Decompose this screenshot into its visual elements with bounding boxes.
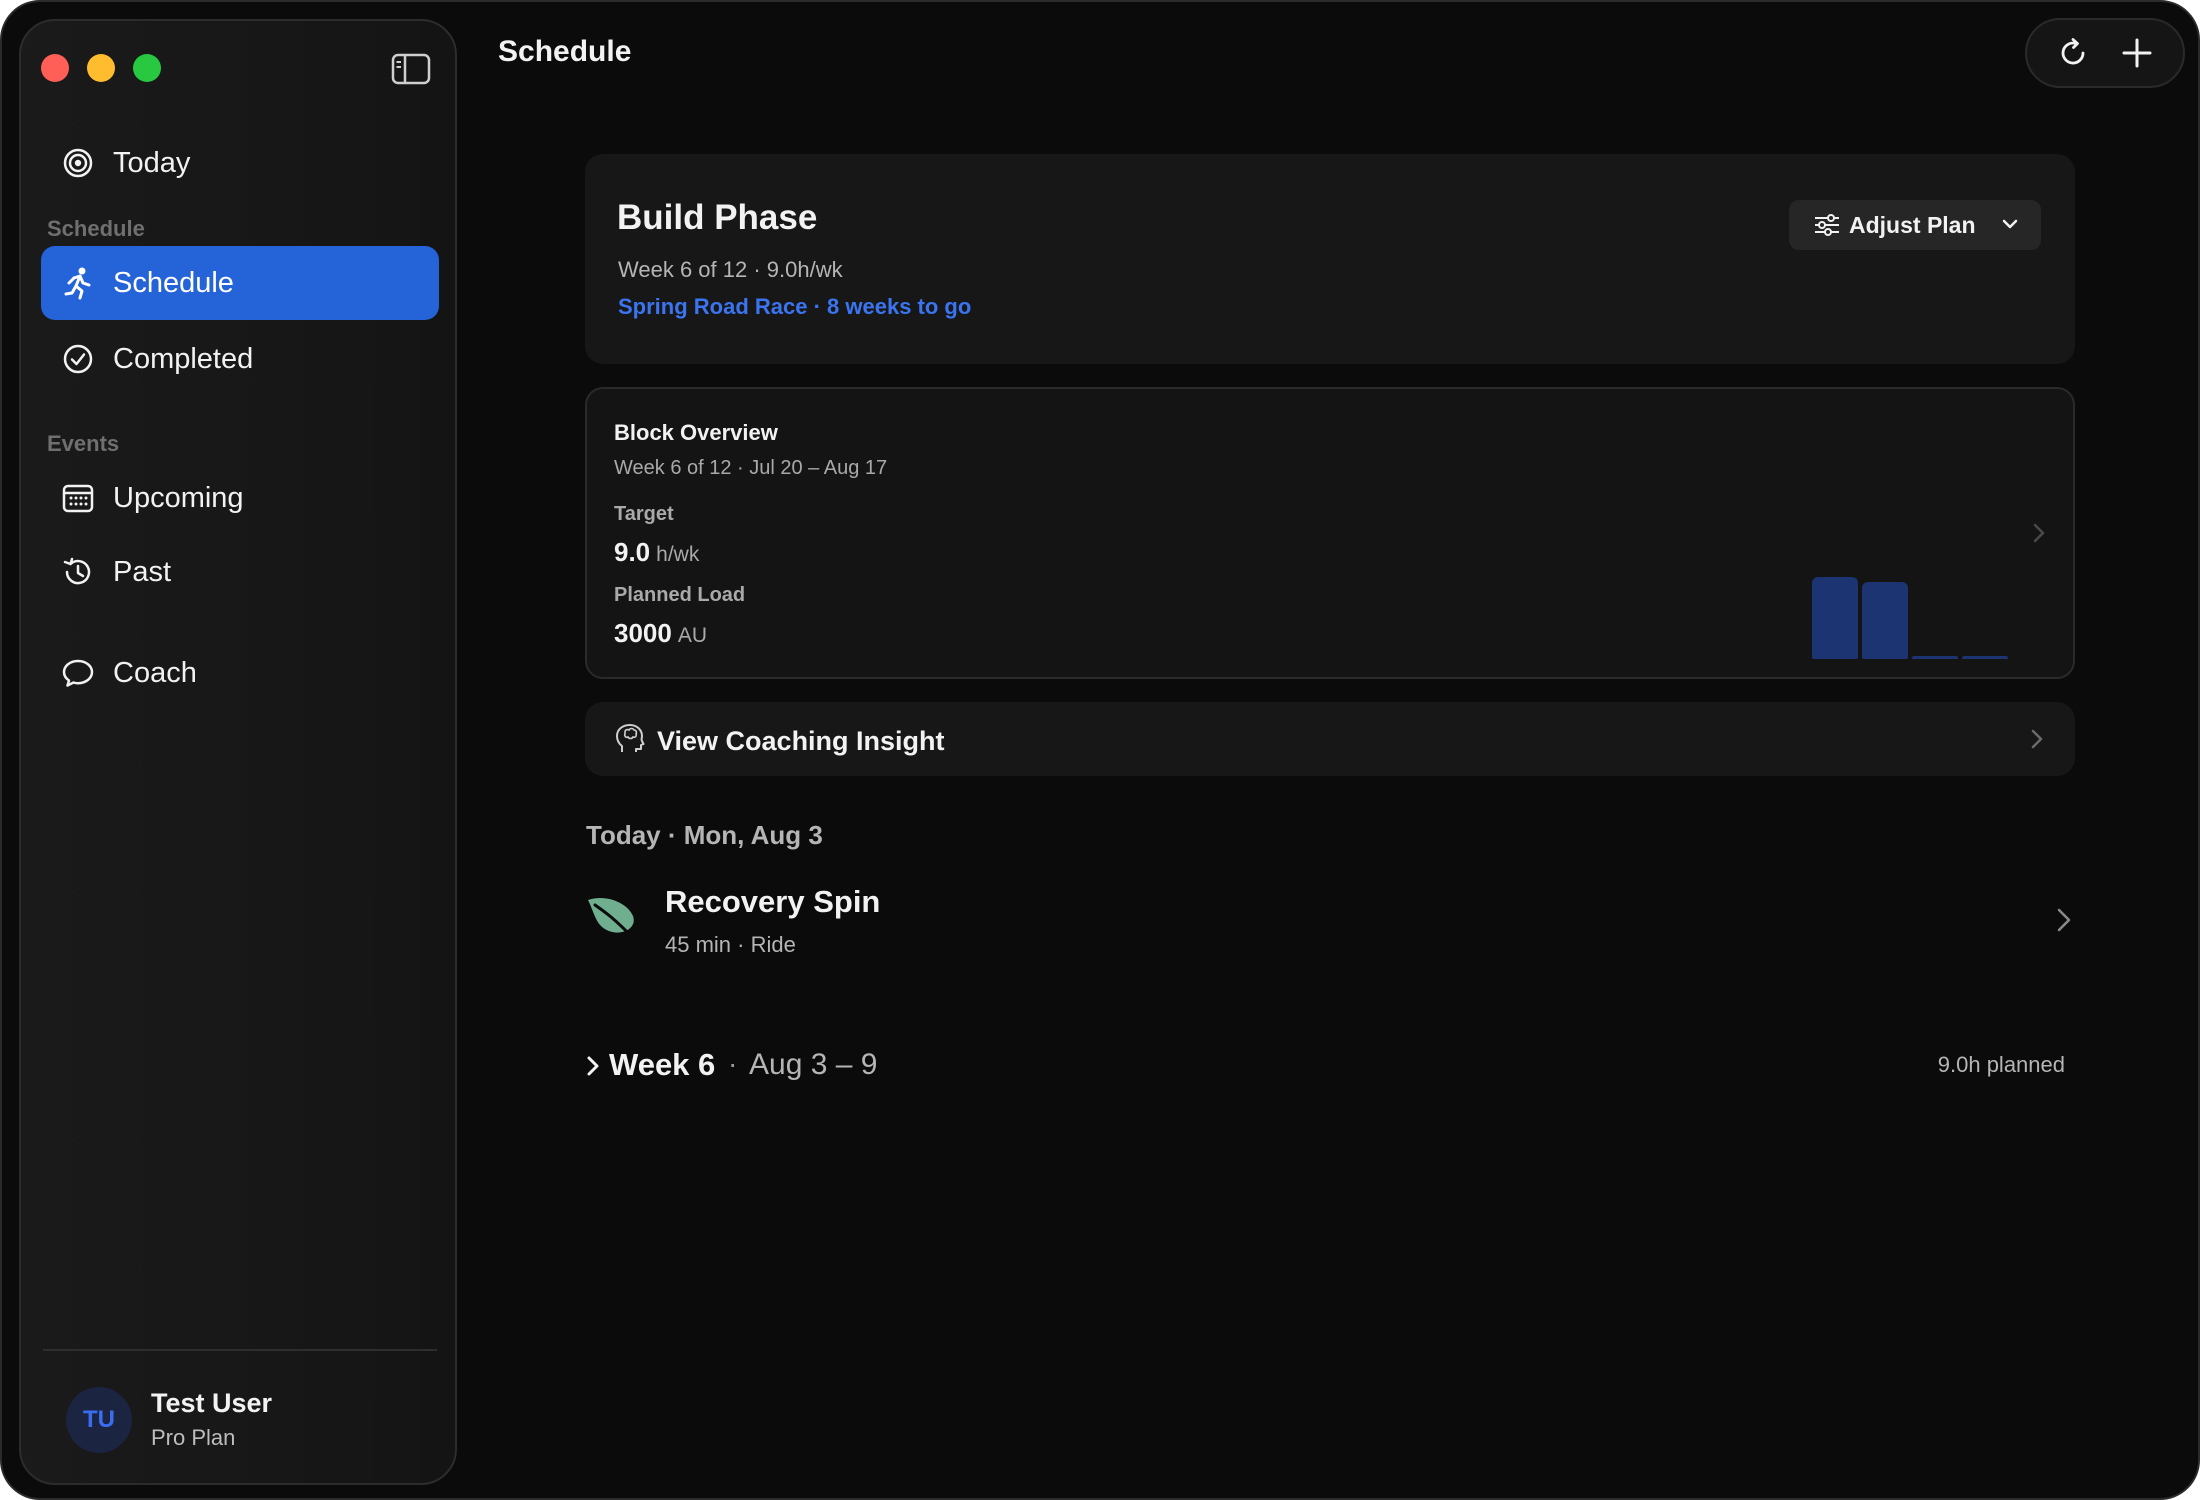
check-circle-icon	[61, 342, 95, 376]
user-plan: Pro Plan	[151, 1425, 236, 1450]
brain-head-icon	[616, 724, 645, 752]
chat-bubble-icon	[61, 656, 95, 690]
block-overview-card[interactable]: Block Overview Week 6 of 12 · Jul 20 – A…	[585, 387, 2075, 679]
mini-chart-bar	[1962, 656, 2008, 659]
mini-chart-bar	[1912, 656, 1958, 659]
workout-subtitle: 45 min · Ride	[665, 932, 796, 957]
target-unit: h/wk	[656, 543, 700, 566]
planned-load-number: 3000	[614, 618, 672, 648]
avatar[interactable]: TU	[66, 1387, 132, 1453]
history-icon	[61, 555, 95, 589]
page-title: Schedule	[498, 35, 632, 68]
close-window-button[interactable]	[41, 54, 69, 82]
adjust-plan-label: Adjust Plan	[1849, 211, 1976, 238]
toolbar	[2025, 18, 2185, 88]
adjust-plan-button[interactable]: Adjust Plan	[1789, 200, 2041, 250]
runner-icon	[61, 266, 95, 300]
leaf-icon	[588, 897, 635, 940]
chevron-down-icon	[2002, 219, 2018, 229]
coaching-insight-row[interactable]: View Coaching Insight	[585, 702, 2075, 776]
today-date-label: Today · Mon, Aug 3	[586, 820, 823, 850]
workout-row[interactable]: Recovery Spin 45 min · Ride	[585, 872, 2075, 964]
target-number: 9.0	[614, 537, 651, 567]
phase-title: Build Phase	[617, 198, 818, 237]
target-icon	[61, 146, 95, 180]
block-overview-subtitle: Week 6 of 12 · Jul 20 – Aug 17	[614, 457, 888, 479]
refresh-button[interactable]	[2051, 31, 2095, 75]
user-name: Test User	[151, 1388, 273, 1418]
chevron-right-icon	[2057, 908, 2071, 932]
phase-subtitle: Week 6 of 12 · 9.0h/wk	[618, 257, 843, 282]
chevron-right-icon	[2031, 729, 2043, 749]
sidebar-item-label: Upcoming	[113, 481, 244, 514]
sidebar-item-label: Schedule	[113, 266, 234, 299]
planned-load-label: Planned Load	[614, 584, 746, 606]
sidebar-item-today[interactable]: Today	[41, 126, 439, 200]
target-label: Target	[614, 503, 674, 525]
week-title: Week 6	[609, 1047, 716, 1082]
refresh-icon	[2061, 38, 2085, 65]
block-overview-title: Block Overview	[614, 420, 778, 445]
chevron-right-icon	[2033, 523, 2045, 543]
sidebar-divider	[43, 1349, 437, 1351]
workout-title: Recovery Spin	[665, 884, 881, 919]
sidebar-item-upcoming[interactable]: Upcoming	[41, 461, 439, 535]
week-separator: ·	[728, 1048, 738, 1079]
sidebar-item-schedule[interactable]: Schedule	[41, 246, 439, 320]
sidebar-section-events: Events	[47, 431, 120, 456]
sidebar-item-label: Coach	[113, 656, 197, 689]
week-date-range: Aug 3 – 9	[749, 1048, 878, 1081]
week-planned-hours: 9.0h planned	[1937, 1052, 2065, 1077]
planned-load-value: 3000 AU	[614, 618, 707, 649]
add-button[interactable]	[2115, 31, 2159, 75]
sidebar-item-coach[interactable]: Coach	[41, 636, 439, 710]
coaching-insight-label: View Coaching Insight	[657, 726, 945, 756]
sidebar: Today Schedule Schedule Completed Events…	[19, 19, 457, 1485]
sidebar-item-completed[interactable]: Completed	[41, 322, 439, 396]
weekly-load-mini-chart	[1812, 569, 2022, 659]
planned-load-unit: AU	[677, 624, 708, 647]
calendar-icon	[61, 481, 95, 515]
minimize-window-button[interactable]	[87, 54, 115, 82]
phase-card: Build Phase Week 6 of 12 · 9.0h/wk Sprin…	[585, 154, 2075, 364]
race-link[interactable]: Spring Road Race · 8 weeks to go	[618, 294, 971, 320]
sidebar-item-label: Past	[113, 555, 172, 588]
sidebar-item-label: Today	[113, 146, 191, 179]
zoom-window-button[interactable]	[133, 54, 161, 82]
sliders-icon	[1815, 214, 1839, 236]
week-disclosure-row[interactable]: Week 6 · Aug 3 – 9 9.0h planned	[585, 1042, 2075, 1092]
target-value: 9.0 h/wk	[614, 537, 699, 568]
app-window: Today Schedule Schedule Completed Events…	[0, 0, 2200, 1500]
mini-chart-bar	[1862, 582, 1908, 659]
sidebar-item-past[interactable]: Past	[41, 535, 439, 609]
chevron-right-icon	[587, 1056, 599, 1076]
sidebar-section-schedule: Schedule	[47, 216, 145, 241]
sidebar-item-label: Completed	[113, 342, 254, 375]
mini-chart-bar	[1812, 577, 1858, 659]
sidebar-toggle-icon[interactable]	[391, 53, 431, 85]
plus-icon	[2122, 38, 2152, 68]
